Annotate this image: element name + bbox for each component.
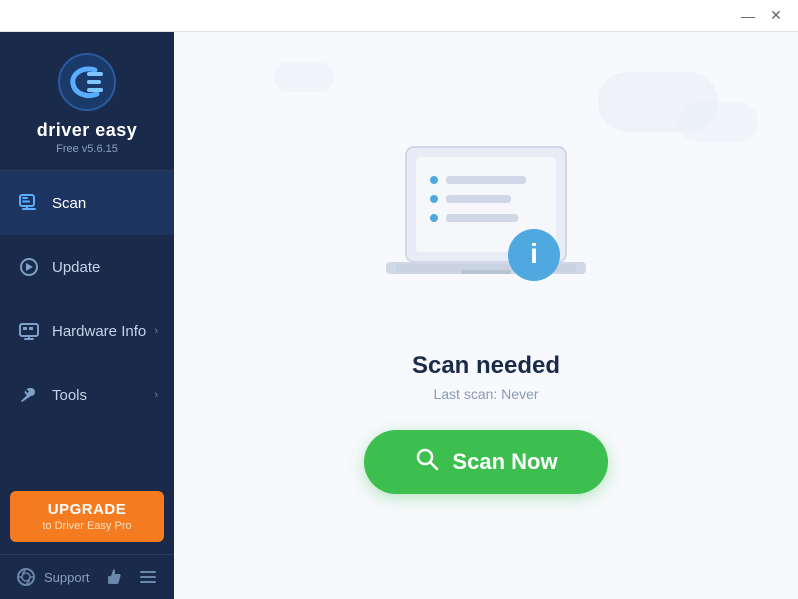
close-button[interactable]: ✕ [762,5,790,27]
logo-version: Free v5.6.15 [56,143,118,155]
support-icon [16,567,36,587]
hardware-info-chevron-icon: › [154,325,158,337]
scan-needed-text: Scan needed [412,352,560,380]
support-item[interactable]: Support [16,567,90,587]
minimize-button[interactable]: — [734,5,762,27]
sidebar-item-hardware-info-label: Hardware Info [52,323,154,340]
laptop-illustration: i [366,137,606,332]
logo-text: driver easy [37,120,138,141]
app-logo-icon [57,52,117,112]
last-scan-text: Last scan: Never [412,386,560,402]
thumbs-up-icon[interactable] [104,567,124,587]
sidebar-footer: Support [0,554,174,599]
upgrade-button[interactable]: UPGRADE to Driver Easy Pro [10,491,164,542]
scan-now-label: Scan Now [452,449,557,475]
tools-icon [16,382,42,408]
hardware-info-icon [16,318,42,344]
main-content: i Scan needed Last scan: Never Scan Now [174,32,798,599]
scan-info: Scan needed Last scan: Never [412,352,560,402]
sidebar-item-update[interactable]: Update [0,235,174,299]
upgrade-title: UPGRADE [18,501,156,518]
sidebar-item-hardware-info[interactable]: Hardware Info › [0,299,174,363]
scan-now-button[interactable]: Scan Now [364,430,607,494]
sidebar-item-scan-label: Scan [52,195,158,212]
support-label: Support [44,570,90,585]
bg-shape-2 [678,102,758,142]
bg-shape-3 [274,62,334,92]
sidebar-item-update-label: Update [52,259,158,276]
sidebar-item-tools-label: Tools [52,387,154,404]
sidebar: driver easy Free v5.6.15 Scan [0,32,174,599]
sidebar-item-scan[interactable]: Scan [0,171,174,235]
sidebar-logo: driver easy Free v5.6.15 [0,32,174,171]
tools-chevron-icon: › [154,389,158,401]
update-icon [16,254,42,280]
sidebar-item-tools[interactable]: Tools › [0,363,174,427]
laptop-svg: i [366,137,606,327]
nav-items: Scan Update [0,171,174,479]
scan-icon [16,190,42,216]
svg-text:i: i [530,238,538,269]
list-icon[interactable] [138,567,158,587]
scan-now-search-icon [414,446,440,478]
app-container: driver easy Free v5.6.15 Scan [0,32,798,599]
title-bar: — ✕ [0,0,798,32]
upgrade-subtitle: to Driver Easy Pro [18,520,156,532]
